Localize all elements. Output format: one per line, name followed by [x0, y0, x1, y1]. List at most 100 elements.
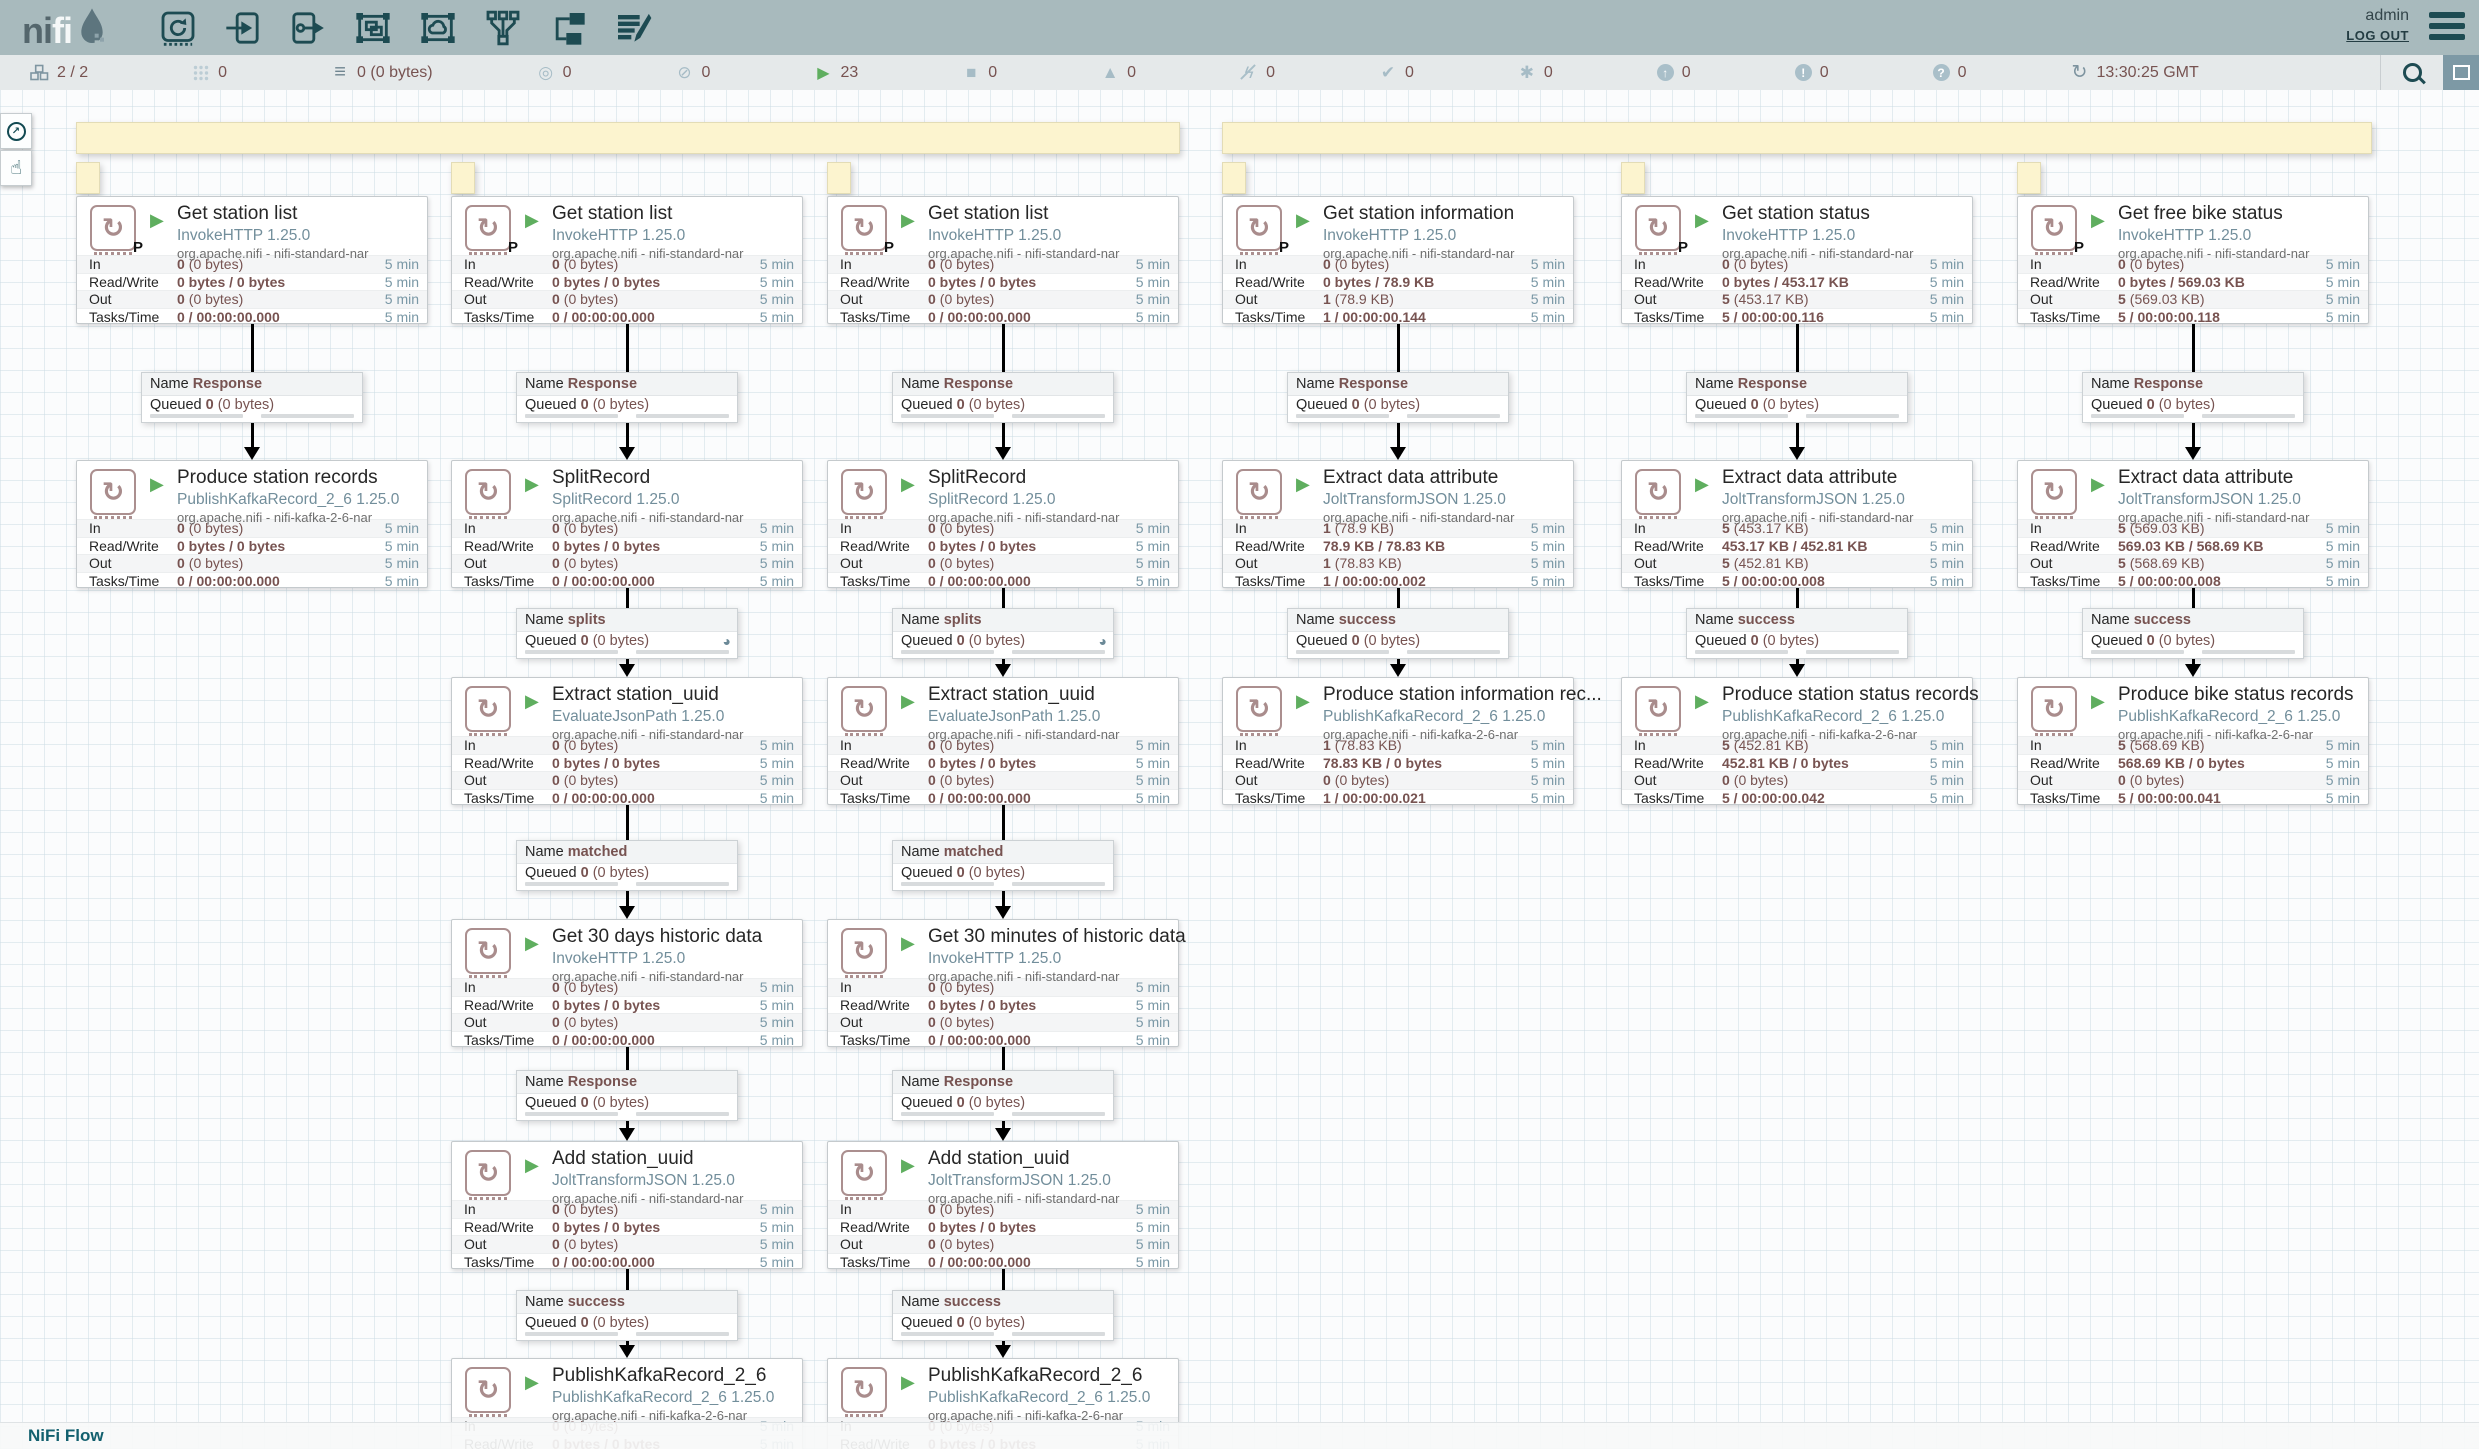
- processor-title: Produce station information rec...: [1323, 684, 1573, 706]
- connection-arrowhead: [1789, 447, 1805, 460]
- stat-row-out: Out 0(0 bytes) 5 min: [2018, 771, 2368, 789]
- connection-label[interactable]: Name Response Queued 0(0 bytes)◕: [516, 1070, 738, 1121]
- connection-name-label: Name: [150, 376, 189, 392]
- connection-progress-bars: [2083, 650, 2303, 658]
- group-label[interactable]: [827, 162, 851, 194]
- processor-node[interactable]: ↻P ▶ SplitRecord SplitRecord 1.25.0 org.…: [827, 460, 1179, 588]
- processor-node[interactable]: ↻P ▶ Extract data attribute JoltTransfor…: [1222, 460, 1574, 588]
- connection-label[interactable]: Name success Queued 0(0 bytes)◕: [516, 1290, 738, 1341]
- up-to-date-icon: ✔: [1379, 63, 1397, 83]
- processor-bundle: org.apache.nifi - nifi-standard-nar: [928, 970, 1178, 985]
- processor-node[interactable]: ↻P ▶ Produce bike status records Publish…: [2017, 677, 2369, 805]
- processor-node[interactable]: ↻P ▶ Produce station information rec... …: [1222, 677, 1574, 805]
- label-button[interactable]: [611, 6, 655, 50]
- processor-title: Produce station records: [177, 467, 427, 489]
- stat-row-read-write: Read/Write 0 bytes / 0 bytes 5 min: [828, 996, 1178, 1014]
- breadcrumb-root[interactable]: NiFi Flow: [28, 1426, 104, 1446]
- processor-node[interactable]: ↻P ▶ Extract station_uuid EvaluateJsonPa…: [451, 677, 803, 805]
- connection-name-value: success: [2134, 612, 2191, 628]
- processor-node[interactable]: ↻P ▶ Extract station_uuid EvaluateJsonPa…: [827, 677, 1179, 805]
- processor-node[interactable]: ↻P ▶ Get station list InvokeHTTP 1.25.0 …: [76, 196, 428, 324]
- connection-label[interactable]: Name Response Queued 0(0 bytes)◕: [1686, 372, 1908, 423]
- connection-label[interactable]: Name success Queued 0(0 bytes)◕: [1287, 608, 1509, 659]
- processor-bundle: org.apache.nifi - nifi-standard-nar: [928, 511, 1178, 526]
- connection-name-value: Response: [568, 376, 637, 392]
- refresh-icon[interactable]: ↻: [2071, 61, 2089, 84]
- connection-name-label: Name: [525, 844, 564, 860]
- group-label[interactable]: [451, 162, 475, 194]
- processor-node[interactable]: ↻P ▶ Get free bike status InvokeHTTP 1.2…: [2017, 196, 2369, 324]
- connection-label[interactable]: Name Response Queued 0(0 bytes)◕: [516, 372, 738, 423]
- connection-name-value: success: [944, 1294, 1001, 1310]
- group-label[interactable]: [1222, 162, 1246, 194]
- connection-label[interactable]: Name success Queued 0(0 bytes)◕: [2082, 608, 2304, 659]
- connection-label[interactable]: Name success Queued 0(0 bytes)◕: [892, 1290, 1114, 1341]
- stat-row-read-write: Read/Write 0 bytes / 0 bytes 5 min: [828, 1218, 1178, 1236]
- group-label[interactable]: [1621, 162, 1645, 194]
- search-button[interactable]: [2380, 55, 2443, 90]
- connection-label[interactable]: Name Response Queued 0(0 bytes)◕: [141, 372, 363, 423]
- operate-palette-button[interactable]: ☝: [0, 150, 32, 186]
- stat-row-out: Out 5(569.03 KB) 5 min: [2018, 290, 2368, 308]
- connection-label[interactable]: Name splits Queued 0(0 bytes)◕: [892, 608, 1114, 659]
- stat-row-read-write: Read/Write 0 bytes / 0 bytes 5 min: [452, 537, 802, 555]
- locally-modified-stale-icon: !: [1795, 64, 1812, 81]
- region-label[interactable]: [1222, 122, 2372, 154]
- group-label[interactable]: [2017, 162, 2041, 194]
- processor-node[interactable]: ↻P ▶ Get station list InvokeHTTP 1.25.0 …: [827, 196, 1179, 324]
- stat-row-read-write: Read/Write 569.03 KB / 568.69 KB 5 min: [2018, 537, 2368, 555]
- connection-queued-count: 0: [957, 633, 965, 649]
- connection-progress-bars: [1288, 650, 1508, 658]
- connection-name-label: Name: [901, 1074, 940, 1090]
- connection-label[interactable]: Name Response Queued 0(0 bytes)◕: [2082, 372, 2304, 423]
- refresh-status[interactable]: ↻13:30:25 GMT: [2071, 61, 2199, 84]
- processor-node[interactable]: ↻P ▶ Produce station records PublishKafk…: [76, 460, 428, 588]
- template-button[interactable]: [546, 6, 590, 50]
- processor-node[interactable]: ↻P ▶ Extract data attribute JoltTransfor…: [1621, 460, 1973, 588]
- processor-node[interactable]: ↻P ▶ Add station_uuid JoltTransformJSON …: [451, 1141, 803, 1269]
- outline-icon: [2453, 65, 2470, 80]
- connection-label[interactable]: Name Response Queued 0(0 bytes)◕: [892, 372, 1114, 423]
- processor-node[interactable]: ↻P ▶ Get station list InvokeHTTP 1.25.0 …: [451, 196, 803, 324]
- remote-process-group-button[interactable]: [416, 6, 460, 50]
- connection-label[interactable]: Name Response Queued 0(0 bytes)◕: [1287, 372, 1509, 423]
- process-group-button[interactable]: [351, 6, 395, 50]
- connection-label[interactable]: Name success Queued 0(0 bytes)◕: [1686, 608, 1908, 659]
- outline-panel-toggle[interactable]: [2443, 55, 2479, 90]
- processor-node[interactable]: ↻P ▶ Get 30 days historic data InvokeHTT…: [451, 919, 803, 1047]
- funnel-button[interactable]: [481, 6, 525, 50]
- connection-queued-label: Queued: [525, 397, 577, 413]
- connection-label[interactable]: Name matched Queued 0(0 bytes)◕: [892, 840, 1114, 891]
- stale-icon: ↑: [1657, 64, 1674, 81]
- connection-arrowhead: [995, 906, 1011, 919]
- processor-icon: ↻P: [465, 1150, 511, 1196]
- input-port-button[interactable]: [221, 6, 265, 50]
- processor-title: Produce bike status records: [2118, 684, 2368, 706]
- connection-queued-label: Queued: [1296, 633, 1348, 649]
- processor-icon: ↻P: [90, 205, 136, 251]
- connection-label[interactable]: Name matched Queued 0(0 bytes)◕: [516, 840, 738, 891]
- connection-label[interactable]: Name Response Queued 0(0 bytes)◕: [892, 1070, 1114, 1121]
- global-menu-button[interactable]: [2429, 12, 2465, 45]
- processor-node[interactable]: ↻P ▶ Add station_uuid JoltTransformJSON …: [827, 1141, 1179, 1269]
- disabled-status: ϟ0: [1240, 63, 1275, 83]
- processor-node[interactable]: ↻P ▶ Get station information InvokeHTTP …: [1222, 196, 1574, 324]
- connection-progress-bars: [893, 1332, 1113, 1340]
- processor-node[interactable]: ↻P ▶ Get station status InvokeHTTP 1.25.…: [1621, 196, 1973, 324]
- flow-canvas[interactable]: ↗ ☝ Name Response Queued 0(0 bytes)◕ Nam: [0, 90, 2479, 1449]
- region-label[interactable]: [76, 122, 1180, 154]
- connection-arrowhead: [1789, 664, 1805, 677]
- group-label[interactable]: [76, 162, 100, 194]
- processor-button[interactable]: [156, 6, 200, 50]
- logout-link[interactable]: LOG OUT: [2346, 27, 2409, 45]
- connection-arrowhead: [244, 447, 260, 460]
- connection-arrowhead: [619, 906, 635, 919]
- processor-node[interactable]: ↻P ▶ Produce station status records Publ…: [1621, 677, 1973, 805]
- processor-node[interactable]: ↻P ▶ SplitRecord SplitRecord 1.25.0 org.…: [451, 460, 803, 588]
- connection-queued-size: (0 bytes): [1763, 633, 1819, 649]
- connection-label[interactable]: Name splits Queued 0(0 bytes)◕: [516, 608, 738, 659]
- navigate-palette-button[interactable]: ↗: [0, 113, 32, 149]
- output-port-button[interactable]: [286, 6, 330, 50]
- processor-node[interactable]: ↻P ▶ Get 30 minutes of historic data Inv…: [827, 919, 1179, 1047]
- processor-node[interactable]: ↻P ▶ Extract data attribute JoltTransfor…: [2017, 460, 2369, 588]
